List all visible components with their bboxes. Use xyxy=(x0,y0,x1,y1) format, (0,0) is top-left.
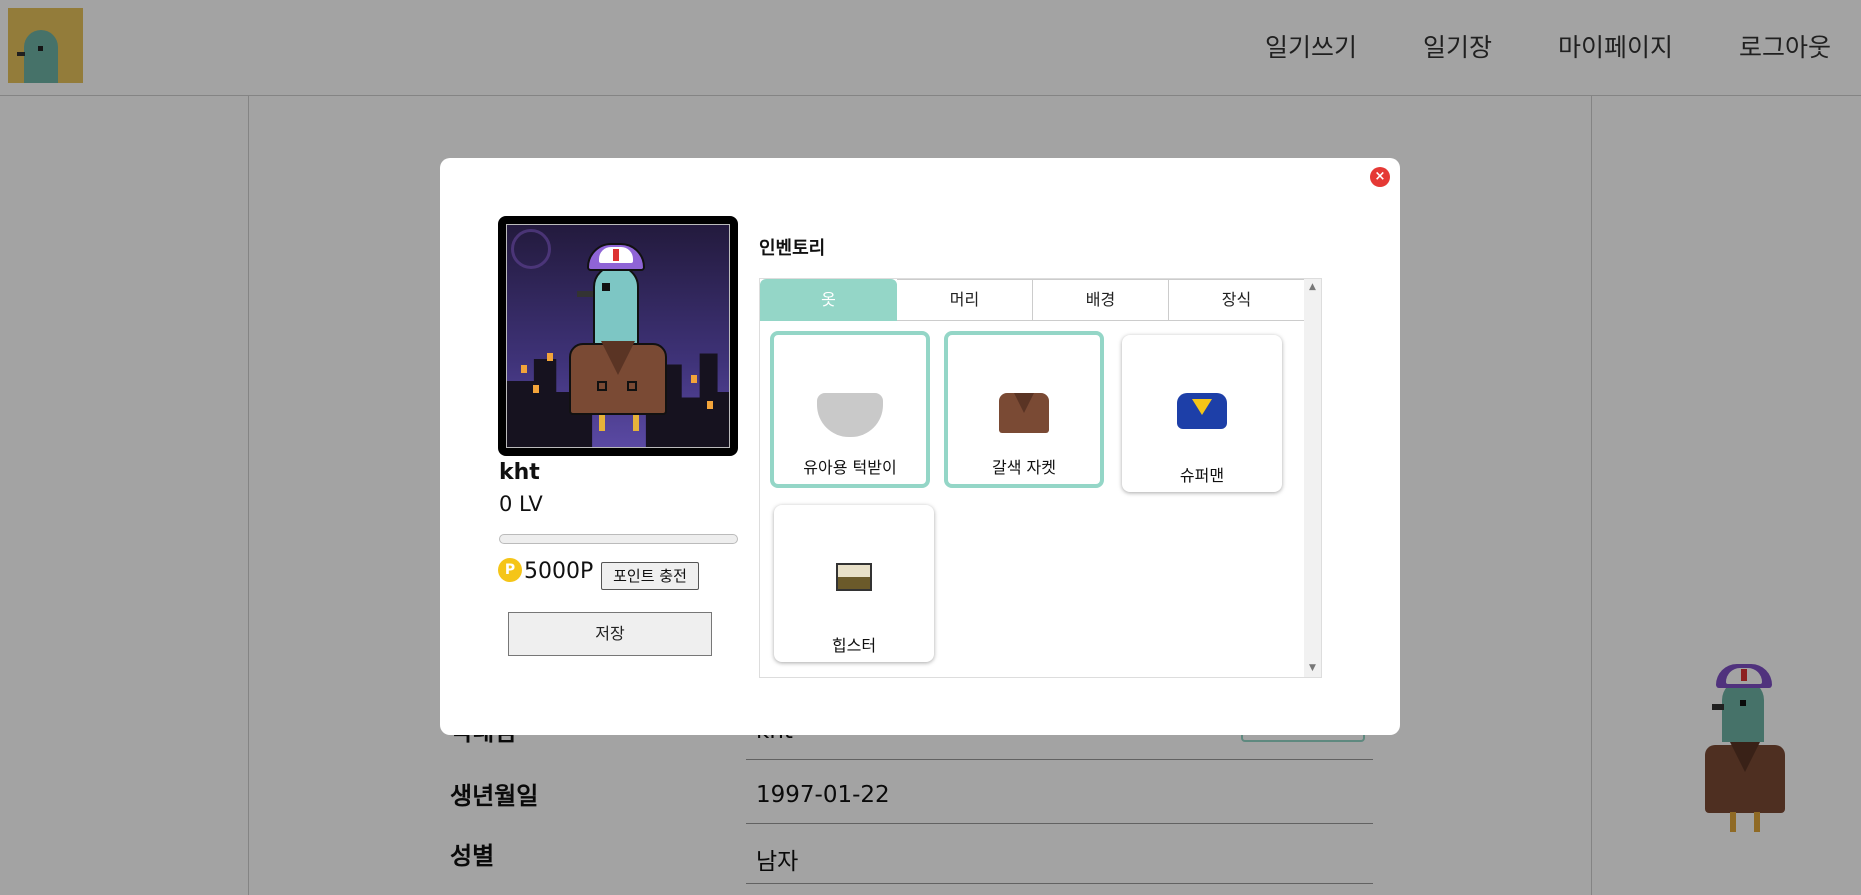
inventory-title: 인벤토리 xyxy=(759,238,826,259)
tab-decoration[interactable]: 장식 xyxy=(1169,279,1305,321)
hipster-outfit-icon xyxy=(836,563,872,591)
brown-jacket-icon xyxy=(999,393,1049,433)
window-light xyxy=(691,375,697,383)
inventory-panel: 옷 머리 배경 장식 유아용 턱받이 갈색 자켓 슈퍼맨 힙스터 ▲ ▼ xyxy=(759,278,1322,678)
avatar-preview xyxy=(498,216,738,456)
coin-icon: P xyxy=(498,558,522,582)
superman-shirt-icon xyxy=(1177,393,1227,429)
charge-points-button[interactable]: 포인트 충전 xyxy=(601,562,699,590)
item-label: 힙스터 xyxy=(831,636,877,655)
window-light xyxy=(707,401,713,409)
user-name: kht xyxy=(499,460,540,485)
points-value: 5000P xyxy=(524,559,594,584)
tab-background[interactable]: 배경 xyxy=(1033,279,1169,321)
tab-hair[interactable]: 머리 xyxy=(897,279,1033,321)
avatar-pocket xyxy=(627,381,637,391)
window-light xyxy=(547,353,553,361)
item-label: 슈퍼맨 xyxy=(1179,466,1225,485)
avatar-leg-left xyxy=(599,415,605,431)
avatar-canvas xyxy=(506,224,730,448)
bib-icon xyxy=(817,393,883,437)
avatar-eye xyxy=(602,283,610,291)
background-swirl xyxy=(511,229,551,269)
item-label: 유아용 턱받이 xyxy=(803,458,897,477)
scroll-up-icon[interactable]: ▲ xyxy=(1304,279,1321,296)
item-label: 갈색 자켓 xyxy=(992,458,1056,477)
avatar-beak xyxy=(577,291,593,297)
close-icon[interactable]: × xyxy=(1370,167,1390,187)
avatar-pocket xyxy=(597,381,607,391)
exp-bar xyxy=(499,534,738,544)
scroll-down-icon[interactable]: ▼ xyxy=(1304,660,1321,677)
inventory-tabs: 옷 머리 배경 장식 xyxy=(760,279,1305,321)
avatar-cap-mark xyxy=(613,249,619,261)
save-button[interactable]: 저장 xyxy=(508,612,712,656)
inventory-scrollbar[interactable]: ▲ ▼ xyxy=(1304,279,1321,677)
inventory-item-brown-jacket[interactable]: 갈색 자켓 xyxy=(944,331,1104,488)
inventory-item-bib[interactable]: 유아용 턱받이 xyxy=(770,331,930,488)
user-level: 0 LV xyxy=(499,492,543,516)
inventory-item-hipster[interactable]: 힙스터 xyxy=(774,505,934,662)
tab-clothes[interactable]: 옷 xyxy=(760,279,897,321)
window-light xyxy=(533,385,539,393)
inventory-item-superman[interactable]: 슈퍼맨 xyxy=(1122,335,1282,492)
window-light xyxy=(521,365,527,373)
character-modal: × kht 0 LV P 5000P 포인트 충전 저장 인벤토리 옷 머리 배… xyxy=(440,158,1400,735)
avatar-leg-right xyxy=(633,415,639,431)
